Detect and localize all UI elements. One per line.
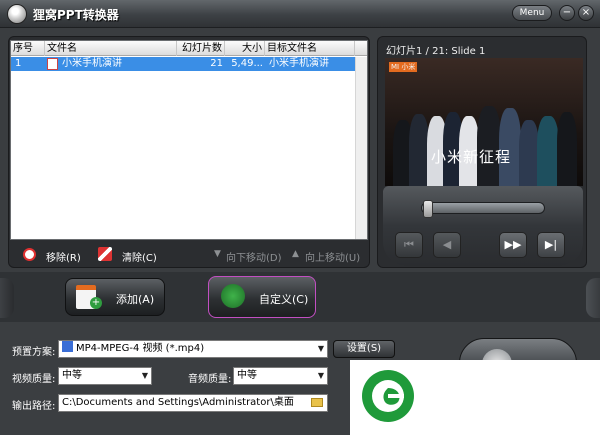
header-target[interactable]: 目标文件名: [265, 41, 355, 56]
arrow-down-icon: ▼: [214, 249, 221, 259]
chevron-down-icon: ▼: [141, 371, 148, 380]
skip-back-icon: ⏮: [404, 238, 414, 251]
output-path-value: C:\Documents and Settings\Administrator\…: [62, 397, 294, 408]
preset-select[interactable]: MP4-MPEG-4 视频 (*.mp4) ▼: [58, 340, 328, 358]
watermark-logo: [350, 360, 600, 435]
arrow-up-icon: ▲: [292, 249, 299, 259]
video-quality-label: 视频质量:: [12, 374, 56, 385]
previous-slide-button[interactable]: ◀: [433, 232, 461, 258]
remove-icon[interactable]: [23, 248, 36, 261]
output-path-label: 输出路径:: [12, 401, 56, 412]
close-button[interactable]: ×: [578, 5, 594, 21]
output-path-field[interactable]: C:\Documents and Settings\Administrator\…: [58, 394, 328, 412]
table-row[interactable]: 1 小米手机演讲 21 5,49... 小米手机演讲: [11, 57, 355, 71]
audio-quality-value: 中等: [237, 370, 257, 381]
tools-icon: [221, 284, 245, 308]
video-quality-value: 中等: [62, 370, 82, 381]
app-logo-icon: [7, 4, 27, 24]
seek-slider[interactable]: [421, 202, 545, 214]
preset-label: 预置方案:: [12, 347, 56, 358]
fast-forward-icon: ▶▶: [504, 238, 522, 251]
chevron-down-icon: ▼: [317, 371, 324, 380]
slide-caption: 小米新征程: [431, 148, 512, 166]
chevron-down-icon: ▼: [317, 344, 324, 353]
next-slide-button[interactable]: ▶▶: [499, 232, 527, 258]
add-button-label: 添加(A): [116, 293, 155, 306]
table-scrollbar[interactable]: [355, 57, 367, 239]
right-knob: [586, 278, 600, 318]
header-filename[interactable]: 文件名: [45, 41, 177, 56]
window-title: 狸窝PPT转换器: [33, 8, 119, 22]
leaf-logo-icon: [362, 370, 414, 422]
clear-icon[interactable]: [98, 247, 112, 261]
file-table[interactable]: 序号 文件名 幻灯片数 大小 目标文件名 1 小米手机演讲 21 5,49...…: [10, 40, 368, 240]
cell-target: 小米手机演讲: [269, 58, 329, 69]
ppt-file-icon: [47, 58, 58, 70]
move-up-button[interactable]: 向上移动(U): [305, 249, 360, 264]
preset-select-value: MP4-MPEG-4 视频 (*.mp4): [76, 343, 205, 354]
audio-quality-select[interactable]: 中等 ▼: [233, 367, 328, 385]
table-header: 序号 文件名 幻灯片数 大小 目标文件名: [11, 41, 367, 56]
left-knob: [0, 278, 14, 318]
remove-button[interactable]: 移除(R): [46, 249, 81, 264]
first-slide-button[interactable]: ⏮: [395, 232, 423, 258]
cell-index: 1: [15, 58, 22, 69]
header-size[interactable]: 大小: [225, 41, 265, 56]
settings-button[interactable]: 设置(S): [333, 340, 395, 358]
cell-size: 5,49...: [231, 58, 263, 69]
cell-slides: 21: [210, 58, 223, 69]
move-down-button[interactable]: 向下移动(D): [226, 249, 282, 264]
folder-icon[interactable]: [311, 398, 323, 407]
cell-filename: 小米手机演讲: [62, 58, 122, 69]
minimize-button[interactable]: −: [559, 5, 575, 21]
seek-handle[interactable]: [423, 200, 433, 218]
last-slide-button[interactable]: ▶|: [537, 232, 565, 258]
slide-counter: 幻灯片1 / 21: Slide 1: [386, 46, 486, 57]
rewind-icon: ◀: [442, 238, 452, 251]
slide-preview-image: MI 小米 小米新征程: [385, 58, 583, 186]
header-slides[interactable]: 幻灯片数: [177, 41, 225, 56]
slide-brand: MI 小米: [389, 62, 418, 72]
menu-button[interactable]: Menu: [512, 5, 552, 21]
clear-button[interactable]: 清除(C): [122, 249, 157, 264]
plus-icon: +: [90, 297, 102, 309]
customize-button-label: 自定义(C): [259, 293, 309, 306]
audio-quality-label: 音频质量:: [188, 374, 232, 385]
header-index[interactable]: 序号: [11, 41, 45, 56]
player-controls: ⏮ ◀ ▶▶ ▶|: [383, 186, 583, 266]
customize-button[interactable]: 自定义(C): [208, 276, 316, 318]
skip-forward-icon: ▶|: [544, 238, 558, 251]
add-button[interactable]: + 添加(A): [65, 278, 165, 316]
video-format-icon: [62, 341, 73, 352]
video-quality-select[interactable]: 中等 ▼: [58, 367, 152, 385]
